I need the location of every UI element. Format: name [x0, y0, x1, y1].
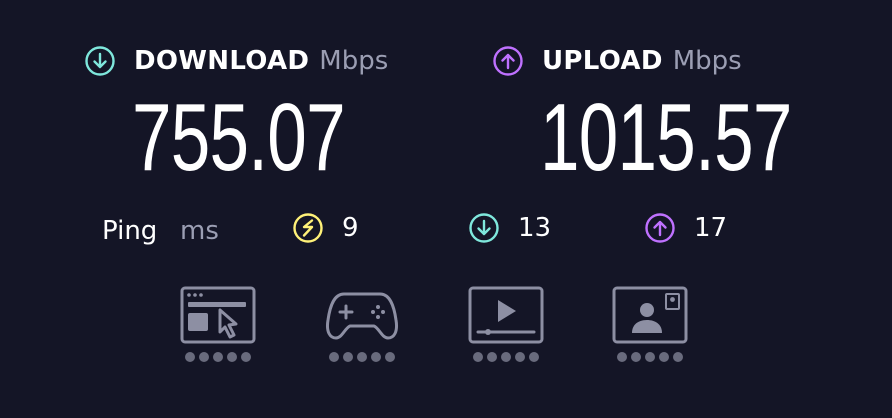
rating-dots	[322, 352, 402, 362]
rating-dot	[385, 352, 395, 362]
gaming-controller-icon	[326, 292, 398, 340]
rating-dot	[329, 352, 339, 362]
rating-dot	[487, 352, 497, 362]
rating-dot	[371, 352, 381, 362]
download-header: DOWNLOAD Mbps	[84, 40, 388, 82]
rating-dot	[501, 352, 511, 362]
download-unit: Mbps	[319, 46, 389, 76]
rating-dot	[645, 352, 655, 362]
rating-dot	[631, 352, 641, 362]
ping-row: Ping ms 9 13 17	[0, 212, 892, 252]
ping-idle: 9	[292, 212, 359, 244]
rating-dot	[357, 352, 367, 362]
rating-dot	[213, 352, 223, 362]
rating-dot	[473, 352, 483, 362]
upload-speed-value: 1015.57	[540, 84, 792, 191]
arrow-down-circle-icon	[468, 212, 500, 244]
ping-download-value: 13	[518, 213, 552, 243]
activity-video-streaming	[466, 286, 546, 366]
upload-header: UPLOAD Mbps	[492, 40, 742, 82]
rating-dot	[199, 352, 209, 362]
video-chat-icon	[612, 286, 688, 344]
rating-dot	[617, 352, 627, 362]
ping-upload: 17	[644, 212, 727, 244]
download-title: DOWNLOAD	[134, 46, 310, 76]
rating-dots	[178, 352, 258, 362]
upload-unit: Mbps	[672, 46, 742, 76]
rating-dot	[529, 352, 539, 362]
rating-dot	[241, 352, 251, 362]
rating-dot	[185, 352, 195, 362]
arrow-up-circle-icon	[492, 45, 524, 77]
rating-dot	[659, 352, 669, 362]
idle-latency-icon	[292, 212, 324, 244]
download-metric: DOWNLOAD Mbps 755.07	[84, 40, 388, 186]
rating-dots	[610, 352, 690, 362]
ping-label: Ping	[102, 216, 158, 246]
rating-dot	[515, 352, 525, 362]
activity-ratings	[0, 286, 892, 376]
activity-web-browsing	[178, 286, 258, 366]
ping-upload-value: 17	[694, 213, 728, 243]
web-browsing-icon	[180, 286, 256, 344]
download-speed-value: 755.07	[132, 84, 346, 191]
activity-gaming	[322, 286, 402, 366]
arrow-down-circle-icon	[84, 45, 116, 77]
video-streaming-icon	[468, 286, 544, 344]
rating-dots	[466, 352, 546, 362]
upload-metric: UPLOAD Mbps 1015.57	[492, 40, 792, 186]
rating-dot	[343, 352, 353, 362]
arrow-up-circle-icon	[644, 212, 676, 244]
activity-video-chat	[610, 286, 690, 366]
upload-title: UPLOAD	[542, 46, 663, 76]
rating-dot	[227, 352, 237, 362]
ping-unit: ms	[180, 216, 219, 246]
rating-dot	[673, 352, 683, 362]
ping-download: 13	[468, 212, 551, 244]
ping-idle-value: 9	[342, 213, 359, 243]
